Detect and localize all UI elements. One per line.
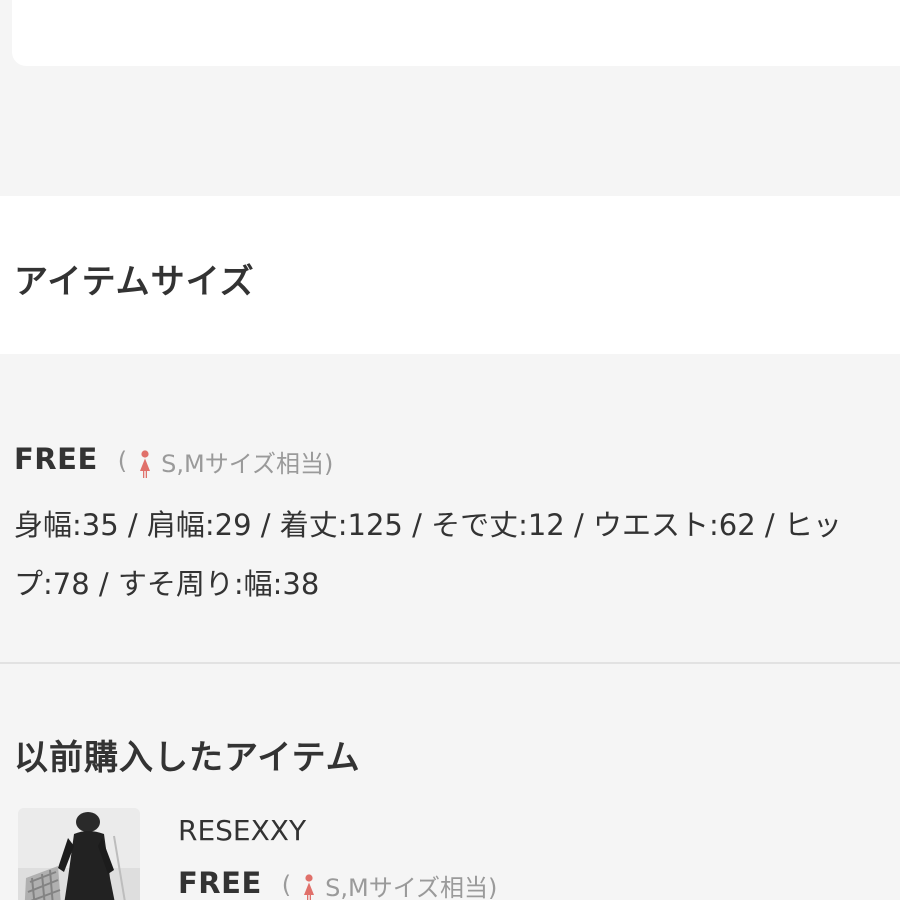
product-size-note-open: (: [281, 871, 292, 899]
person-silhouette-icon: [137, 450, 153, 478]
size-name: FREE: [14, 442, 98, 476]
top-card: [12, 0, 900, 66]
product-size-row: FREE ( S,Mサイズ相当): [178, 866, 497, 900]
product-size-name: FREE: [178, 866, 262, 900]
divider: [0, 662, 900, 664]
measurement-line-2: プ:78 / すそ周り:幅:38: [14, 567, 320, 601]
product-brand: RESEXXY: [178, 814, 307, 847]
product-thumbnail[interactable]: [18, 808, 140, 900]
size-note-text: S,Mサイズ相当): [161, 449, 334, 478]
previous-purchases-heading: 以前購入したアイテム: [14, 738, 361, 778]
measurement-line-1: 身幅:35 / 肩幅:29 / 着丈:125 / そで丈:12 / ウエスト:6…: [14, 508, 842, 542]
measurements: 身幅:35 / 肩幅:29 / 着丈:125 / そで丈:12 / ウエスト:6…: [14, 496, 900, 614]
page: アイテムサイズ FREE ( S,Mサイズ相当) 身幅:35 / 肩幅:29 /…: [0, 0, 900, 900]
product-size-note-text: S,Mサイズ相当): [325, 873, 498, 900]
size-row: FREE ( S,Mサイズ相当): [14, 442, 333, 479]
size-note: ( S,Mサイズ相当): [117, 444, 334, 479]
size-note-open: (: [117, 447, 128, 475]
item-size-heading: アイテムサイズ: [14, 262, 255, 302]
person-silhouette-icon: [301, 874, 317, 900]
product-size-note: ( S,Mサイズ相当): [281, 868, 498, 900]
